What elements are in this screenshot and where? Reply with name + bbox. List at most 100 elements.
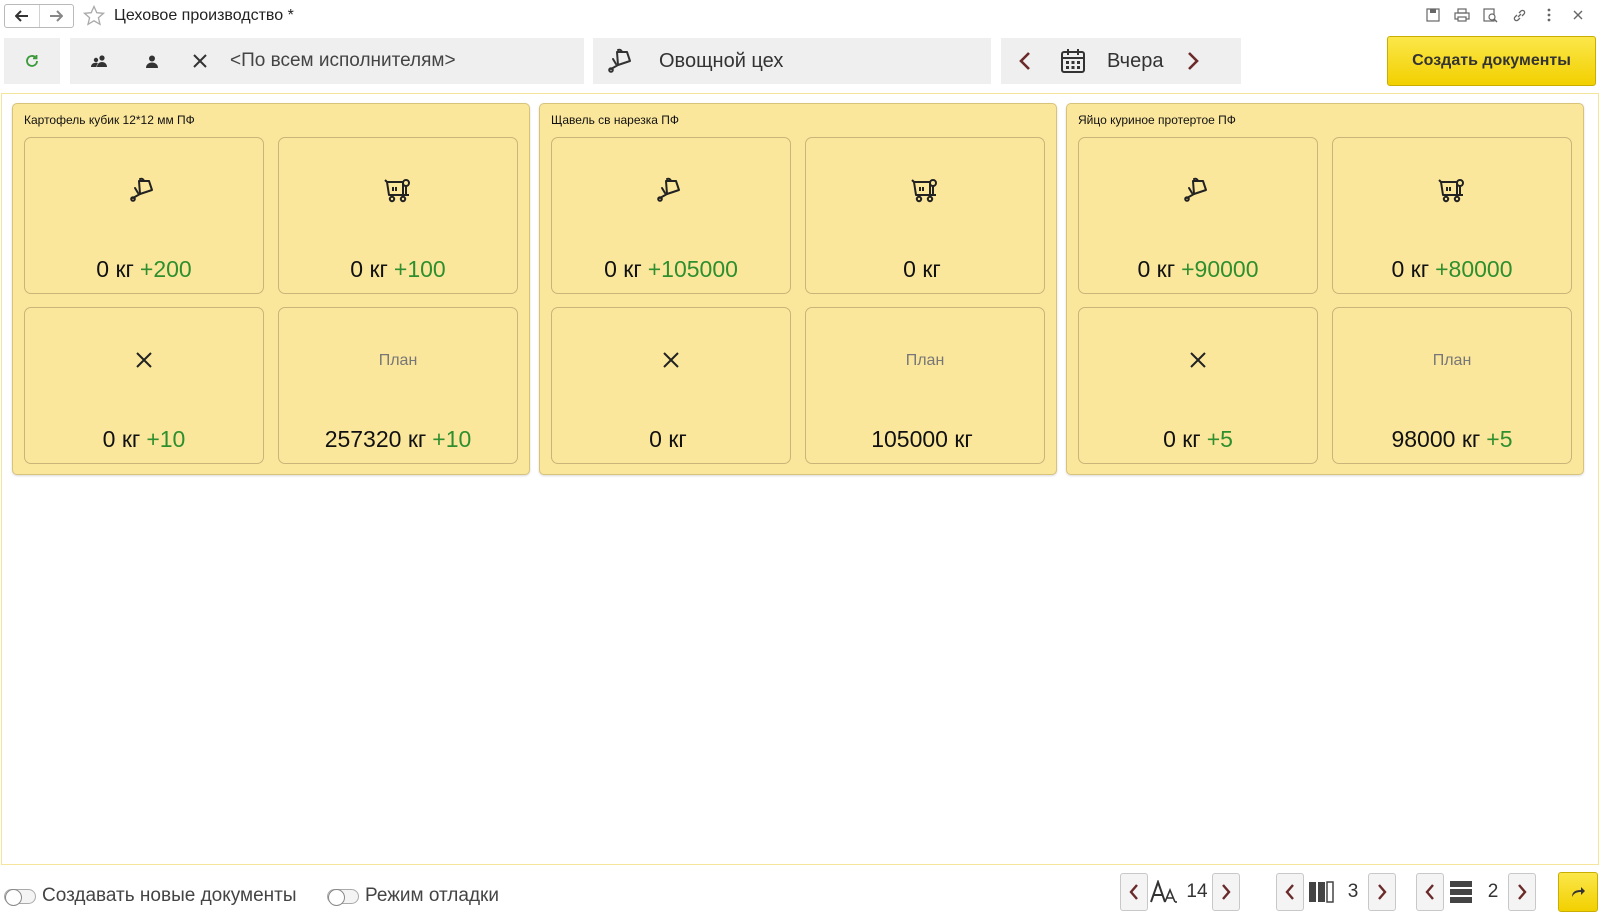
toggle-switch[interactable] [4,888,36,906]
quantity-text: 257320 кг [324,426,427,452]
tile-plan[interactable]: План 257320 кг +10 [278,307,518,464]
font-increase-button[interactable] [1212,873,1240,911]
quantity-text: 0 кг [350,256,388,282]
delta-text: +5 [1486,426,1513,452]
prev-date-button[interactable] [1001,38,1049,84]
delta-text: +10 [432,426,472,452]
tile-icon-wrap [25,172,263,208]
tile-plan[interactable]: План 98000 кг +5 [1332,307,1572,464]
quantity-text: 105000 кг [871,426,973,452]
tile-value: 0 кг +10 [25,426,263,453]
font-decrease-button[interactable] [1120,873,1148,911]
product-card: Щавель св нарезка ПФ 0 кг +105000 0 кг 0 … [539,103,1057,475]
users-icon [91,55,107,67]
apply-button[interactable] [1558,872,1598,912]
tile-icon-wrap [279,172,517,208]
font-size-icon [1150,880,1177,903]
product-card: Картофель кубик 12*12 мм ПФ 0 кг +200 0 к… [12,103,530,475]
tile-writeoff[interactable]: 0 кг +10 [24,307,264,464]
columns-icon [1309,881,1334,903]
tile-transfer[interactable]: 0 кг [805,137,1045,294]
delta-text: +200 [139,256,192,282]
next-date-button[interactable] [1169,38,1217,84]
create-documents-button[interactable]: Создать документы [1387,36,1596,86]
toolbar: <По всем исполнителям> Овощной цех Вчера… [0,36,1600,86]
select-group-button[interactable] [70,38,128,84]
chevron-right-icon [1188,52,1200,70]
tile-icon-wrap [552,342,790,378]
link-button[interactable] [1511,6,1528,24]
tile-value: 0 кг +80000 [1333,256,1571,283]
calendar-button[interactable] [1049,38,1097,84]
chevron-left-icon [1425,884,1434,900]
close-icon [193,54,207,68]
tile-icon-wrap [25,342,263,378]
arrow-right-icon [50,10,64,22]
tile-weighing[interactable]: 0 кг +200 [24,137,264,294]
debug-mode-toggle[interactable]: Режим отладки [327,885,499,907]
forward-button[interactable] [38,5,74,27]
tile-transfer[interactable]: 0 кг +100 [278,137,518,294]
workshop-selector[interactable]: Овощной цех [593,38,991,84]
date-selector: Вчера [1001,38,1241,84]
chevron-right-icon [1378,884,1387,900]
save-icon [1425,8,1440,22]
product-title: Картофель кубик 12*12 мм ПФ [24,113,195,127]
product-title: Яйцо куриное протертое ПФ [1078,113,1236,127]
columns-control: 3 [1276,872,1396,912]
cross-icon [1190,352,1206,368]
tile-value: 0 кг +105000 [552,256,790,283]
performer-filter: <По всем исполнителям> [70,38,584,84]
columns-value: 3 [1347,881,1359,902]
clear-performer-button[interactable] [176,38,224,84]
quantity-text: 0 кг [604,256,642,282]
tile-plan[interactable]: План 105000 кг [805,307,1045,464]
tile-icon-wrap [1079,172,1317,208]
plan-label: План [1432,352,1472,369]
cart-icon [384,179,410,203]
more-button[interactable] [1540,6,1557,24]
rows-decrease-button[interactable] [1416,873,1444,911]
chevron-left-icon [1019,52,1030,70]
tile-weighing[interactable]: 0 кг +90000 [1078,137,1318,294]
font-size-icon-wrap [1148,873,1182,911]
columns-increase-button[interactable] [1368,873,1396,911]
tile-value: 105000 кг [806,426,1044,453]
quantity-text: 0 кг [1163,426,1201,452]
columns-decrease-button[interactable] [1276,873,1304,911]
rows-icon-wrap [1444,873,1478,911]
tile-writeoff[interactable]: 0 кг +5 [1078,307,1318,464]
workshop-value: Овощной цех [659,49,784,72]
preview-button[interactable] [1482,6,1499,24]
performer-value[interactable]: <По всем исполнителям> [230,50,456,72]
more-vertical-icon [1547,8,1550,22]
preview-icon [1483,7,1498,22]
tile-transfer[interactable]: 0 кг +80000 [1332,137,1572,294]
rows-control: 2 [1416,872,1536,912]
close-window-button[interactable] [1569,6,1586,24]
back-button[interactable] [5,5,39,27]
tile-weighing[interactable]: 0 кг +105000 [551,137,791,294]
refresh-icon [26,55,38,67]
select-user-button[interactable] [128,38,176,84]
quantity-text: 0 кг [903,256,941,282]
tile-writeoff[interactable]: 0 кг [551,307,791,464]
print-button[interactable] [1453,6,1470,24]
favorite-star-button[interactable] [82,4,106,28]
rows-increase-button[interactable] [1508,873,1536,911]
save-button[interactable] [1424,6,1441,24]
plan-label: План [378,352,418,369]
window-title: Цеховое производство * [114,7,294,24]
tile-value: 0 кг [806,256,1044,283]
quantity-text: 0 кг [1391,256,1430,282]
delta-text: +100 [393,256,446,282]
link-icon [1513,9,1526,21]
toggle-switch[interactable] [327,888,359,906]
star-icon [83,5,105,26]
create-new-toggle[interactable]: Создавать новые документы [4,885,297,907]
tile-icon-wrap [552,172,790,208]
refresh-button[interactable] [4,38,60,84]
date-value[interactable]: Вчера [1107,50,1163,73]
product-title: Щавель св нарезка ПФ [551,113,680,127]
chevron-left-icon [1129,884,1138,900]
